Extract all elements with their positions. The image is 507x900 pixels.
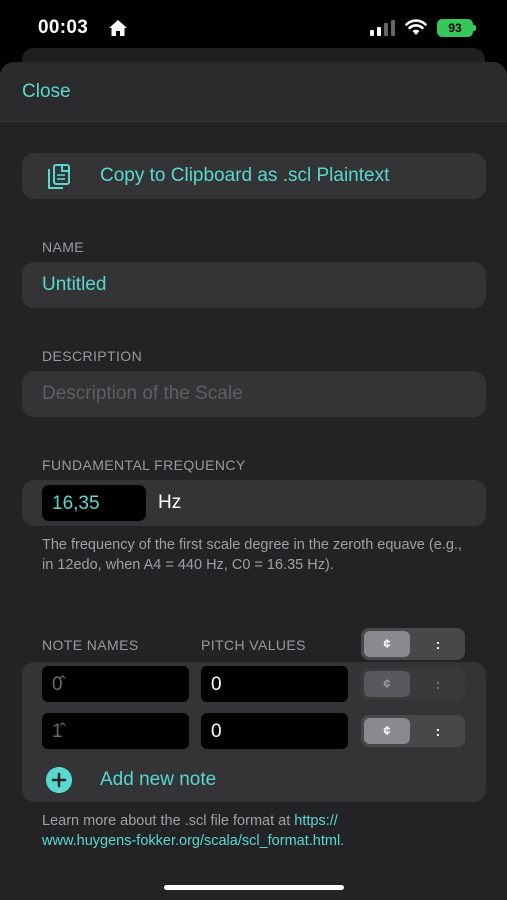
pitch-values-header: PITCH VALUES bbox=[201, 637, 306, 653]
note-name-placeholder: 0̂ bbox=[52, 674, 63, 695]
cents-segment[interactable]: ¢ bbox=[364, 631, 410, 657]
ratio-segment[interactable]: : bbox=[415, 671, 461, 697]
name-field[interactable]: Untitled bbox=[22, 262, 486, 308]
pitch-value: 0 bbox=[211, 674, 222, 695]
add-new-note-button[interactable]: Add new note bbox=[100, 769, 216, 791]
footer-suffix: . bbox=[340, 833, 345, 849]
pitch-value-input[interactable]: 0 bbox=[201, 666, 348, 702]
home-indicator[interactable] bbox=[164, 885, 344, 890]
ratio-segment[interactable]: : bbox=[415, 718, 461, 744]
global-unit-toggle[interactable]: ¢ : bbox=[361, 628, 465, 660]
cents-segment[interactable]: ¢ bbox=[364, 671, 410, 697]
notes-table: 0̂ 0 ¢ : 1̂ 0 ¢ : Add new note bbox=[22, 662, 486, 802]
home-icon bbox=[109, 20, 127, 36]
row-unit-toggle[interactable]: ¢ : bbox=[361, 715, 465, 747]
cents-segment[interactable]: ¢ bbox=[364, 718, 410, 744]
pitch-value: 0 bbox=[211, 721, 222, 742]
scl-format-link-continued[interactable]: www.huygens-fokker.org/scala/scl_format.… bbox=[42, 833, 340, 849]
frequency-row: 16,35 Hz bbox=[22, 480, 486, 526]
note-name-input[interactable]: 0̂ bbox=[42, 666, 189, 702]
plus-circle-icon[interactable] bbox=[46, 767, 72, 793]
copy-icon bbox=[48, 164, 70, 189]
battery-nub bbox=[473, 25, 476, 31]
close-button[interactable]: Close bbox=[22, 81, 71, 103]
sheet-header: Close bbox=[0, 62, 507, 122]
footer-text: Learn more about the .scl file format at… bbox=[42, 811, 472, 851]
name-field-value: Untitled bbox=[42, 274, 107, 295]
frequency-value: 16,35 bbox=[52, 493, 100, 514]
copy-to-clipboard-button[interactable]: Copy to Clipboard as .scl Plaintext bbox=[22, 153, 486, 199]
copy-button-label: Copy to Clipboard as .scl Plaintext bbox=[100, 165, 390, 186]
battery-icon: 93 bbox=[437, 19, 473, 37]
footer-lead: Learn more about the .scl file format at bbox=[42, 813, 295, 829]
frequency-input[interactable]: 16,35 bbox=[42, 485, 146, 521]
note-name-input[interactable]: 1̂ bbox=[42, 713, 189, 749]
scl-format-link[interactable]: https:// bbox=[294, 813, 338, 829]
row-unit-toggle[interactable]: ¢ : bbox=[361, 668, 465, 700]
wifi-icon bbox=[405, 19, 427, 35]
frequency-unit: Hz bbox=[158, 492, 182, 513]
description-field[interactable]: Description of the Scale bbox=[22, 371, 486, 417]
signal-icon bbox=[370, 20, 395, 36]
description-placeholder: Description of the Scale bbox=[42, 383, 243, 404]
frequency-section-label: FUNDAMENTAL FREQUENCY bbox=[42, 457, 246, 473]
status-time: 00:03 bbox=[38, 17, 89, 38]
description-section-label: DESCRIPTION bbox=[42, 348, 143, 364]
frequency-helper-text: The frequency of the first scale degree … bbox=[42, 537, 462, 573]
pitch-value-input[interactable]: 0 bbox=[201, 713, 348, 749]
note-name-placeholder: 1̂ bbox=[52, 721, 63, 742]
note-names-header: NOTE NAMES bbox=[42, 637, 139, 653]
name-section-label: NAME bbox=[42, 239, 85, 255]
ratio-segment[interactable]: : bbox=[415, 631, 461, 657]
export-sheet: Close Copy to Clipboard as .scl Plaintex… bbox=[0, 62, 507, 900]
